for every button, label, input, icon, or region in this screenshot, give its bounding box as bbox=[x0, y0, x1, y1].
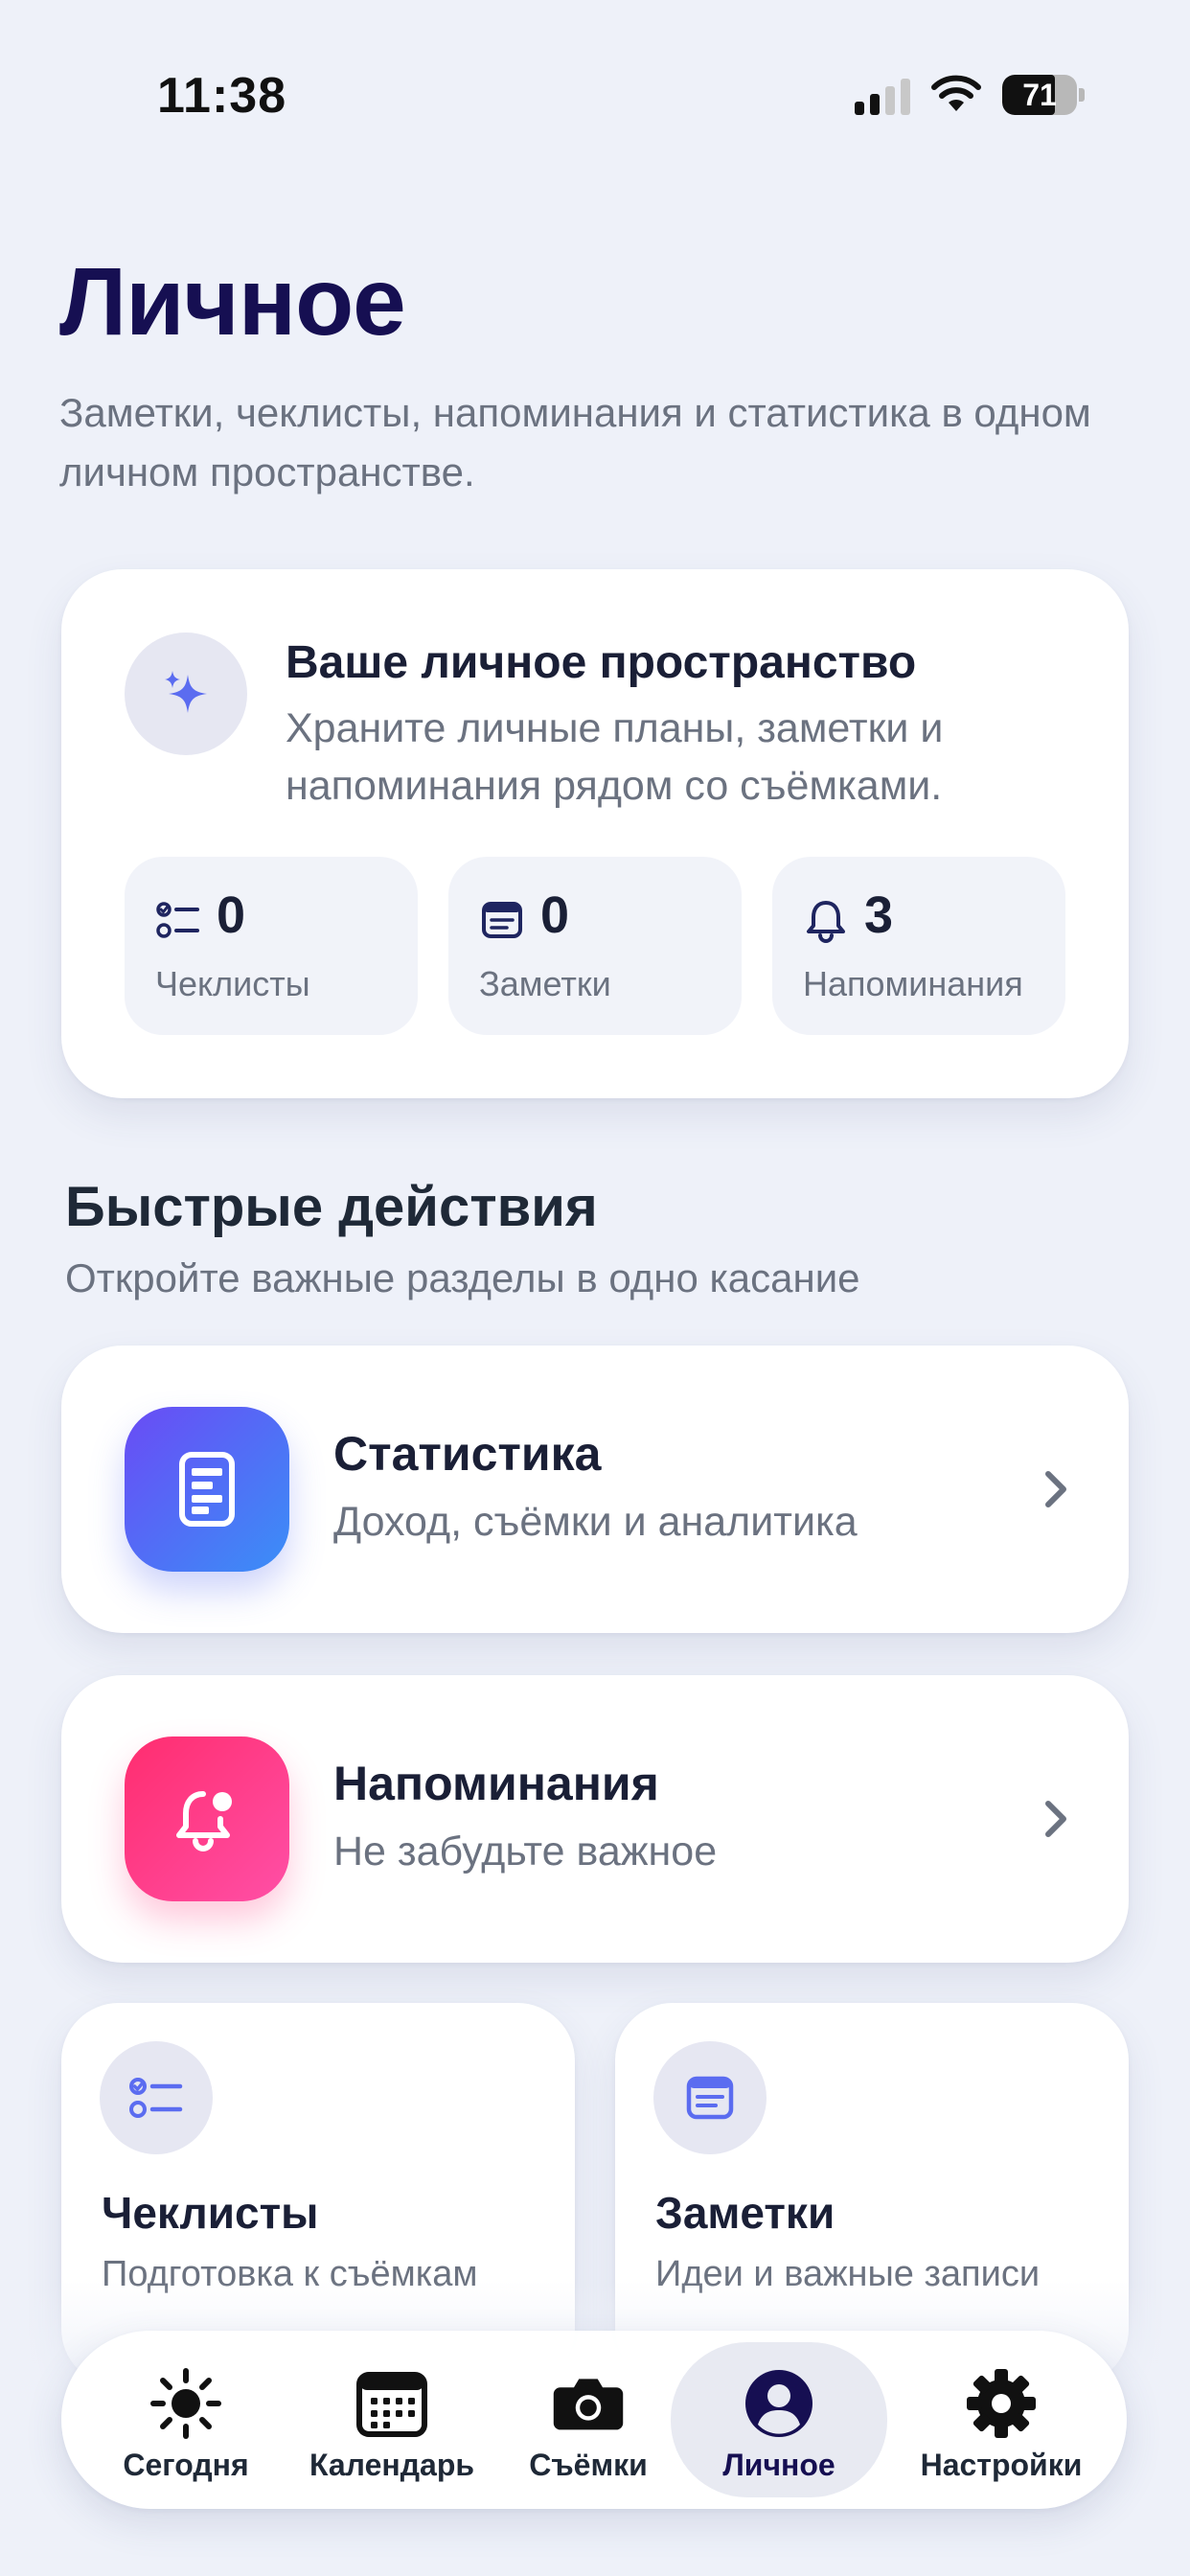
stat-value: 0 bbox=[540, 886, 570, 944]
bell-icon bbox=[803, 897, 849, 943]
action-title: Статистика bbox=[333, 1427, 602, 1481]
quick-actions-subtitle: Откройте важные разделы в одно касание bbox=[65, 1255, 860, 1300]
bell-badge-icon bbox=[125, 1736, 289, 1901]
stat-value: 0 bbox=[217, 886, 246, 944]
calendar-icon bbox=[355, 2369, 428, 2438]
camera-icon bbox=[552, 2369, 625, 2438]
battery-icon: 71 bbox=[1002, 75, 1085, 115]
tile-title: Чеклисты bbox=[102, 2188, 319, 2238]
checklist-icon bbox=[155, 897, 201, 943]
personal-space-card: Ваше личное пространство Храните личные … bbox=[61, 569, 1129, 1098]
stat-label: Чеклисты bbox=[155, 964, 310, 1003]
stat-notes[interactable]: 0 Заметки bbox=[448, 857, 742, 1035]
tab-label: Настройки bbox=[920, 2448, 1083, 2482]
action-title: Напоминания bbox=[333, 1757, 659, 1810]
tab-settings[interactable]: Настройки bbox=[891, 2342, 1111, 2497]
tab-today[interactable]: Сегодня bbox=[90, 2342, 282, 2497]
statistics-action-card[interactable]: Статистика Доход, съёмки и аналитика bbox=[61, 1346, 1129, 1633]
stat-reminders[interactable]: 3 Напоминания bbox=[772, 857, 1065, 1035]
gear-icon bbox=[965, 2369, 1038, 2438]
tab-label: Личное bbox=[722, 2448, 835, 2482]
action-subtitle: Не забудьте важное bbox=[333, 1828, 718, 1874]
battery-level: 71 bbox=[1022, 78, 1057, 112]
tab-personal[interactable]: Личное bbox=[671, 2342, 887, 2497]
tab-label: Календарь bbox=[309, 2448, 475, 2482]
action-subtitle: Доход, съёмки и аналитика bbox=[333, 1499, 858, 1545]
tab-label: Съёмки bbox=[529, 2448, 648, 2482]
tab-shoots[interactable]: Съёмки bbox=[502, 2342, 675, 2497]
status-time: 11:38 bbox=[157, 68, 287, 124]
status-bar: 11:38 71 bbox=[0, 0, 1190, 192]
cellular-signal-icon bbox=[853, 77, 914, 117]
page-title: Личное bbox=[59, 248, 406, 356]
stat-checklists[interactable]: 0 Чеклисты bbox=[125, 857, 418, 1035]
stat-value: 3 bbox=[864, 886, 894, 944]
space-card-title: Ваше личное пространство bbox=[286, 637, 917, 688]
wifi-icon bbox=[929, 73, 983, 115]
reminders-action-card[interactable]: Напоминания Не забудьте важное bbox=[61, 1675, 1129, 1963]
tab-calendar[interactable]: Календарь bbox=[291, 2342, 492, 2497]
chevron-right-icon bbox=[1041, 1796, 1071, 1842]
checklist-icon bbox=[100, 2041, 213, 2154]
tab-label: Сегодня bbox=[123, 2448, 249, 2482]
document-icon bbox=[125, 1407, 289, 1572]
chevron-right-icon bbox=[1041, 1466, 1071, 1512]
sun-icon bbox=[149, 2368, 222, 2439]
space-card-description: Храните личные планы, заметки и напомина… bbox=[286, 705, 944, 809]
person-icon bbox=[743, 2369, 815, 2438]
note-icon bbox=[653, 2041, 767, 2154]
note-icon bbox=[479, 897, 525, 943]
quick-actions-title: Быстрые действия bbox=[65, 1176, 598, 1238]
page-subtitle: Заметки, чеклисты, напоминания и статист… bbox=[59, 390, 1091, 494]
stat-label: Напоминания bbox=[803, 964, 1023, 1003]
sparkles-icon bbox=[125, 632, 247, 755]
tab-bar: Сегодня Календарь Съёмки Личное Настройк… bbox=[61, 2331, 1127, 2509]
stat-label: Заметки bbox=[479, 964, 611, 1003]
tile-title: Заметки bbox=[655, 2188, 835, 2238]
